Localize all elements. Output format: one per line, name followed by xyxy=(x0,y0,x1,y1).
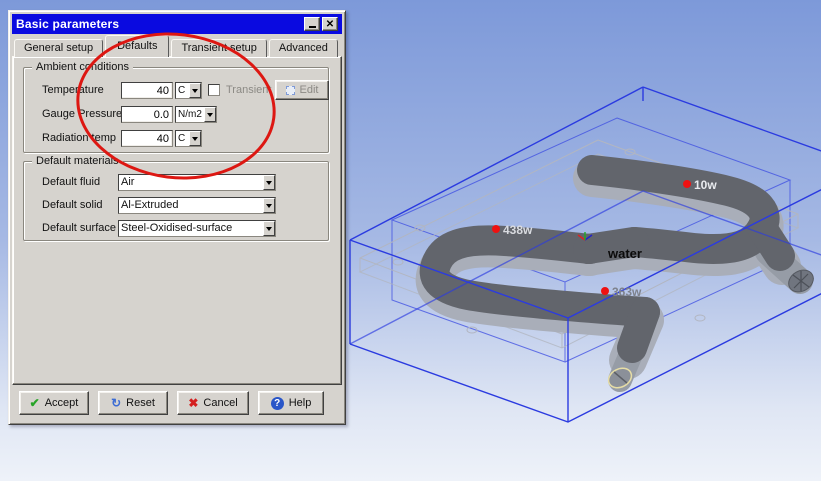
app-root: { "window": { "title": "Basic parameters… xyxy=(0,0,821,481)
default-surface-label: Default surface xyxy=(42,220,116,237)
dialog-titlebar[interactable]: Basic parameters ✕ xyxy=(12,14,342,34)
gauge-pressure-label: Gauge Pressure xyxy=(42,106,122,123)
gauge-pressure-unit-select[interactable]: N/m2 xyxy=(175,106,217,123)
ambient-conditions-group: Ambient conditions Temperature C Transie… xyxy=(23,67,329,153)
reset-button[interactable]: ↻ Reset xyxy=(98,391,168,415)
chevron-down-icon[interactable] xyxy=(189,131,201,146)
cancel-button-label: Cancel xyxy=(203,397,237,409)
water-label: water xyxy=(607,246,642,261)
chevron-down-icon[interactable] xyxy=(263,221,275,236)
radiation-temp-unit-select[interactable]: C xyxy=(175,130,202,147)
help-button[interactable]: ? Help xyxy=(258,391,324,415)
default-fluid-select[interactable]: Air xyxy=(118,174,276,191)
transient-checkbox xyxy=(208,84,220,96)
tab-strip: General setup Defaults Transient setup A… xyxy=(14,35,340,57)
temperature-unit-select[interactable]: C xyxy=(175,82,202,99)
edit-button-label: Edit xyxy=(300,84,319,96)
default-materials-group: Default materials Default fluid Air Defa… xyxy=(23,161,329,241)
tab-advanced[interactable]: Advanced xyxy=(269,39,338,57)
default-solid-value: Al-Extruded xyxy=(119,198,263,213)
cancel-x-icon: ✖ xyxy=(188,397,198,409)
close-button[interactable]: ✕ xyxy=(322,17,338,31)
chevron-down-icon[interactable] xyxy=(189,83,201,98)
dialog-title: Basic parameters xyxy=(16,17,302,31)
tab-transient-setup[interactable]: Transient setup xyxy=(171,39,266,57)
default-fluid-value: Air xyxy=(119,175,263,190)
marker-dot xyxy=(492,225,500,233)
edit-button: Edit xyxy=(275,80,329,100)
default-materials-legend: Default materials xyxy=(32,155,123,168)
ambient-conditions-legend: Ambient conditions xyxy=(32,61,133,74)
radiation-temp-label: Radiation temp xyxy=(42,130,116,147)
marker-dot xyxy=(601,287,609,295)
tab-general-setup[interactable]: General setup xyxy=(14,39,103,57)
heat-label-438w: 438w xyxy=(503,223,533,237)
cancel-button[interactable]: ✖ Cancel xyxy=(177,391,249,415)
transient-label: Transient xyxy=(226,82,271,99)
chevron-down-icon[interactable] xyxy=(263,198,275,213)
close-icon: ✕ xyxy=(326,19,334,30)
temperature-unit-value: C xyxy=(176,83,189,98)
heat-label-363w: 363w xyxy=(612,285,642,299)
reset-button-label: Reset xyxy=(126,397,155,409)
edit-profile-icon xyxy=(286,86,295,95)
radiation-temp-input[interactable] xyxy=(121,130,173,147)
chevron-down-icon[interactable] xyxy=(263,175,275,190)
marker-dot xyxy=(683,180,691,188)
default-surface-value: Steel-Oxidised-surface xyxy=(119,221,263,236)
temperature-input[interactable] xyxy=(121,82,173,99)
heat-label-10w: 10w xyxy=(694,178,717,192)
chevron-down-icon[interactable] xyxy=(204,107,216,122)
minimize-icon xyxy=(309,26,316,28)
accept-check-icon: ✔ xyxy=(30,397,40,409)
defaults-tab-page: Ambient conditions Temperature C Transie… xyxy=(12,56,342,385)
minimize-button[interactable] xyxy=(304,17,320,31)
default-solid-select[interactable]: Al-Extruded xyxy=(118,197,276,214)
default-solid-label: Default solid xyxy=(42,197,103,214)
gauge-pressure-unit-value: N/m2 xyxy=(176,107,204,122)
tab-defaults[interactable]: Defaults xyxy=(105,35,169,57)
accept-button[interactable]: ✔ Accept xyxy=(19,391,89,415)
default-fluid-label: Default fluid xyxy=(42,174,100,191)
help-button-label: Help xyxy=(289,397,312,409)
basic-parameters-dialog: Basic parameters ✕ General setup Default… xyxy=(8,10,346,425)
radiation-temp-unit-value: C xyxy=(176,131,189,146)
temperature-label: Temperature xyxy=(42,82,104,99)
reset-arrows-icon: ↻ xyxy=(111,397,121,409)
gauge-pressure-input[interactable] xyxy=(121,106,173,123)
accept-button-label: Accept xyxy=(45,397,79,409)
default-surface-select[interactable]: Steel-Oxidised-surface xyxy=(118,220,276,237)
dialog-action-bar: ✔ Accept ↻ Reset ✖ Cancel ? Help xyxy=(9,391,345,417)
help-question-icon: ? xyxy=(271,397,284,410)
